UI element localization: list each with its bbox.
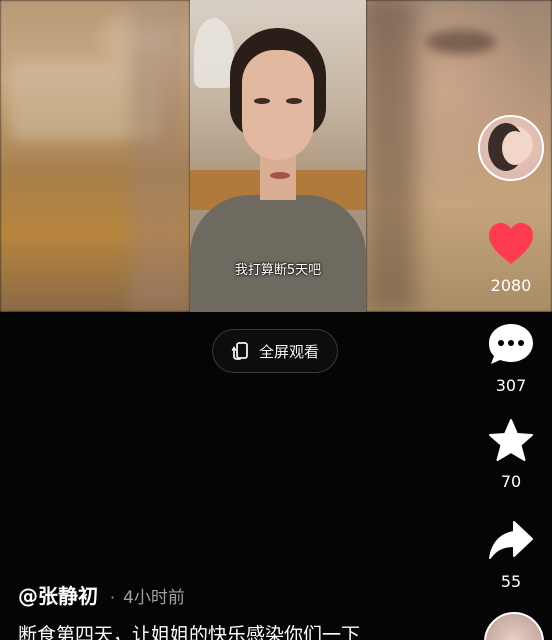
fullscreen-rotate-icon — [231, 341, 251, 361]
comment-button[interactable]: 307 — [481, 322, 541, 395]
fullscreen-button[interactable]: 全屏观看 — [212, 329, 338, 373]
video-feed-screen: 我打算断5天吧 全屏观看 2080 307 70 55 @张静初 · 4小时前 … — [0, 0, 552, 640]
share-icon — [489, 521, 533, 559]
heart-icon — [489, 223, 533, 264]
author-avatar[interactable] — [478, 115, 544, 181]
favorite-button[interactable]: 70 — [481, 418, 541, 491]
post-time: 4小时前 — [123, 588, 185, 608]
video-player[interactable]: 我打算断5天吧 — [0, 0, 552, 312]
star-icon — [489, 419, 533, 461]
share-button[interactable]: 55 — [481, 520, 541, 591]
favorite-count: 70 — [500, 472, 522, 491]
comment-icon — [489, 324, 533, 364]
fullscreen-label: 全屏观看 — [258, 342, 319, 361]
author-line: @张静初 · 4小时前 — [18, 580, 185, 609]
video-subtitle: 我打算断5天吧 — [234, 263, 322, 278]
video-frame: 我打算断5天吧 — [190, 0, 366, 312]
post-description[interactable]: 断食第四天，让姐姐的快乐感染你们一下 — [18, 620, 360, 640]
like-button[interactable]: 2080 — [481, 222, 541, 295]
separator-dot: · — [110, 588, 116, 607]
like-count: 2080 — [490, 276, 532, 295]
video-blur-background-left — [0, 0, 190, 312]
share-count: 55 — [500, 572, 522, 591]
comment-count: 307 — [495, 376, 527, 395]
music-disc-avatar[interactable] — [484, 612, 544, 640]
author-name[interactable]: @张静初 — [18, 580, 98, 609]
